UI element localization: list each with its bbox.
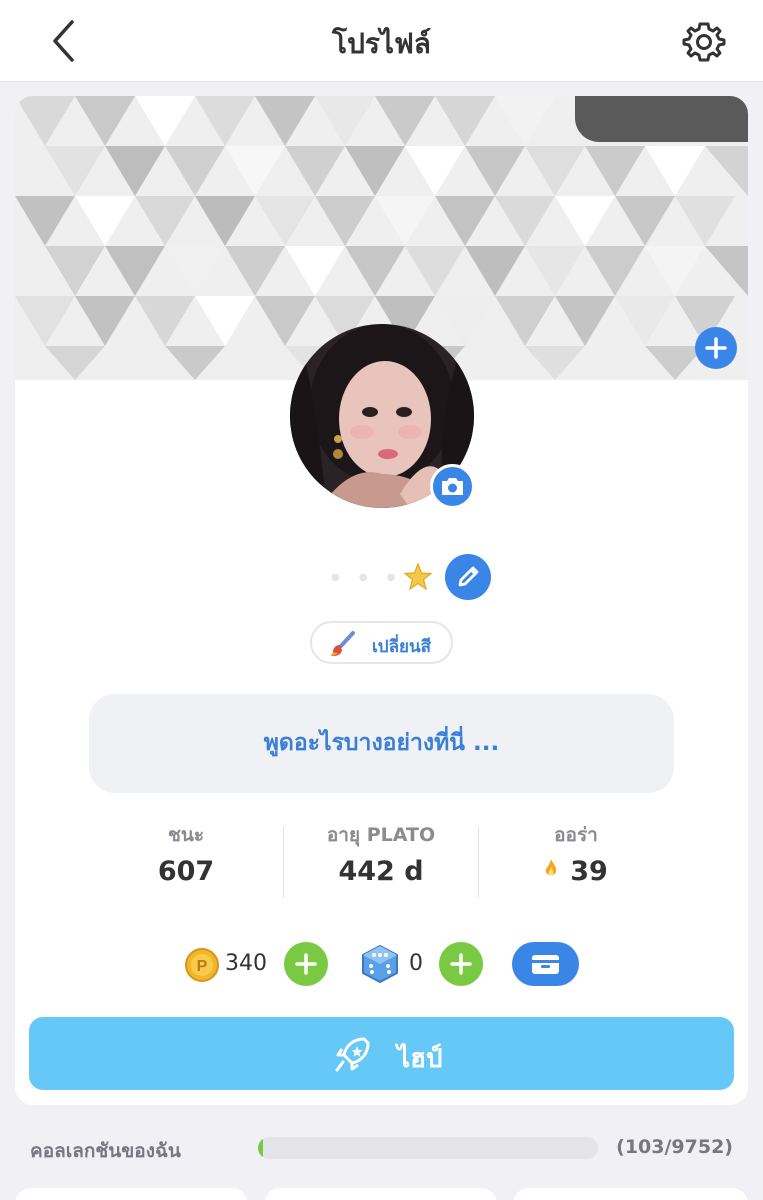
wallet-button[interactable] [512, 942, 579, 986]
stat-label: ชนะ [167, 824, 205, 846]
stat-aura[interactable]: ออร่า 39 [476, 820, 676, 887]
edit-name-button[interactable] [445, 554, 491, 600]
stat-value-row: 39 [476, 856, 676, 887]
page-title: โปรไฟล์ [332, 27, 431, 60]
collection-card[interactable] [264, 1188, 497, 1200]
collection-section[interactable]: คอลเลกชันของฉัน (103/9752) [0, 1120, 763, 1170]
collection-label: คอลเลกชันของฉัน [30, 1140, 181, 1162]
add-dice-button[interactable] [439, 942, 483, 986]
pencil-icon [458, 566, 479, 587]
dice-balance: 0 [409, 951, 423, 976]
plus-icon [705, 337, 727, 359]
stat-wins: ชนะ 607 [86, 820, 286, 887]
collection-card[interactable] [513, 1188, 748, 1200]
star-icon [403, 562, 433, 591]
collection-card[interactable] [15, 1188, 248, 1200]
camera-icon [442, 478, 463, 495]
flame-icon [546, 859, 557, 876]
currency-row: P 340 0 [15, 942, 748, 988]
collection-count: (103/9752) [616, 1136, 733, 1158]
change-avatar-button[interactable] [430, 464, 475, 509]
wallet-icon [532, 955, 559, 974]
hype-button[interactable]: ไฮป์ [29, 1017, 734, 1090]
status-input[interactable]: พูดอะไรบางอย่างที่นี่ ... [89, 694, 674, 793]
add-coins-button[interactable] [284, 942, 328, 986]
stat-value: 607 [157, 856, 215, 887]
avatar-container [290, 324, 475, 509]
svg-text:P: P [197, 958, 208, 975]
status-placeholder: พูดอะไรบางอย่างที่นี่ ... [263, 730, 500, 756]
plus-icon [450, 953, 472, 975]
rocket-star-icon [335, 1037, 370, 1072]
name-placeholder-dots: ● ● ● [331, 572, 404, 583]
stat-label: อายุ PLATO [326, 824, 436, 846]
change-color-label: เปลี่ยนสี [372, 637, 431, 657]
change-color-button[interactable]: เปลี่ยนสี [310, 621, 453, 664]
stat-plato-age: อายุ PLATO 442 d [281, 820, 481, 887]
name-row: ● ● ● [15, 554, 748, 600]
top-bar: โปรไฟล์ [0, 0, 763, 82]
hype-label: ไฮป์ [397, 1044, 443, 1074]
collection-progress-bar [258, 1137, 598, 1159]
plus-icon [295, 953, 317, 975]
cover-overlay [575, 96, 748, 142]
stat-value: 442 d [338, 856, 424, 887]
coin-icon: P [185, 948, 219, 982]
collection-progress-fill [258, 1137, 264, 1159]
profile-card: ● ● ● เปลี่ยนสี พูดอะไรบางอย่างที่นี่ ..… [15, 96, 748, 1105]
paintbrush-icon [330, 631, 355, 656]
settings-button[interactable] [682, 20, 726, 64]
stat-label: ออร่า [554, 824, 598, 846]
coin-balance: 340 [225, 951, 267, 976]
dice-icon [362, 944, 398, 984]
gear-icon [682, 22, 726, 62]
stats-row: ชนะ 607 อายุ PLATO 442 d ออร่า 39 [15, 820, 748, 900]
stat-value: 39 [570, 856, 608, 887]
add-cover-button[interactable] [695, 327, 737, 369]
